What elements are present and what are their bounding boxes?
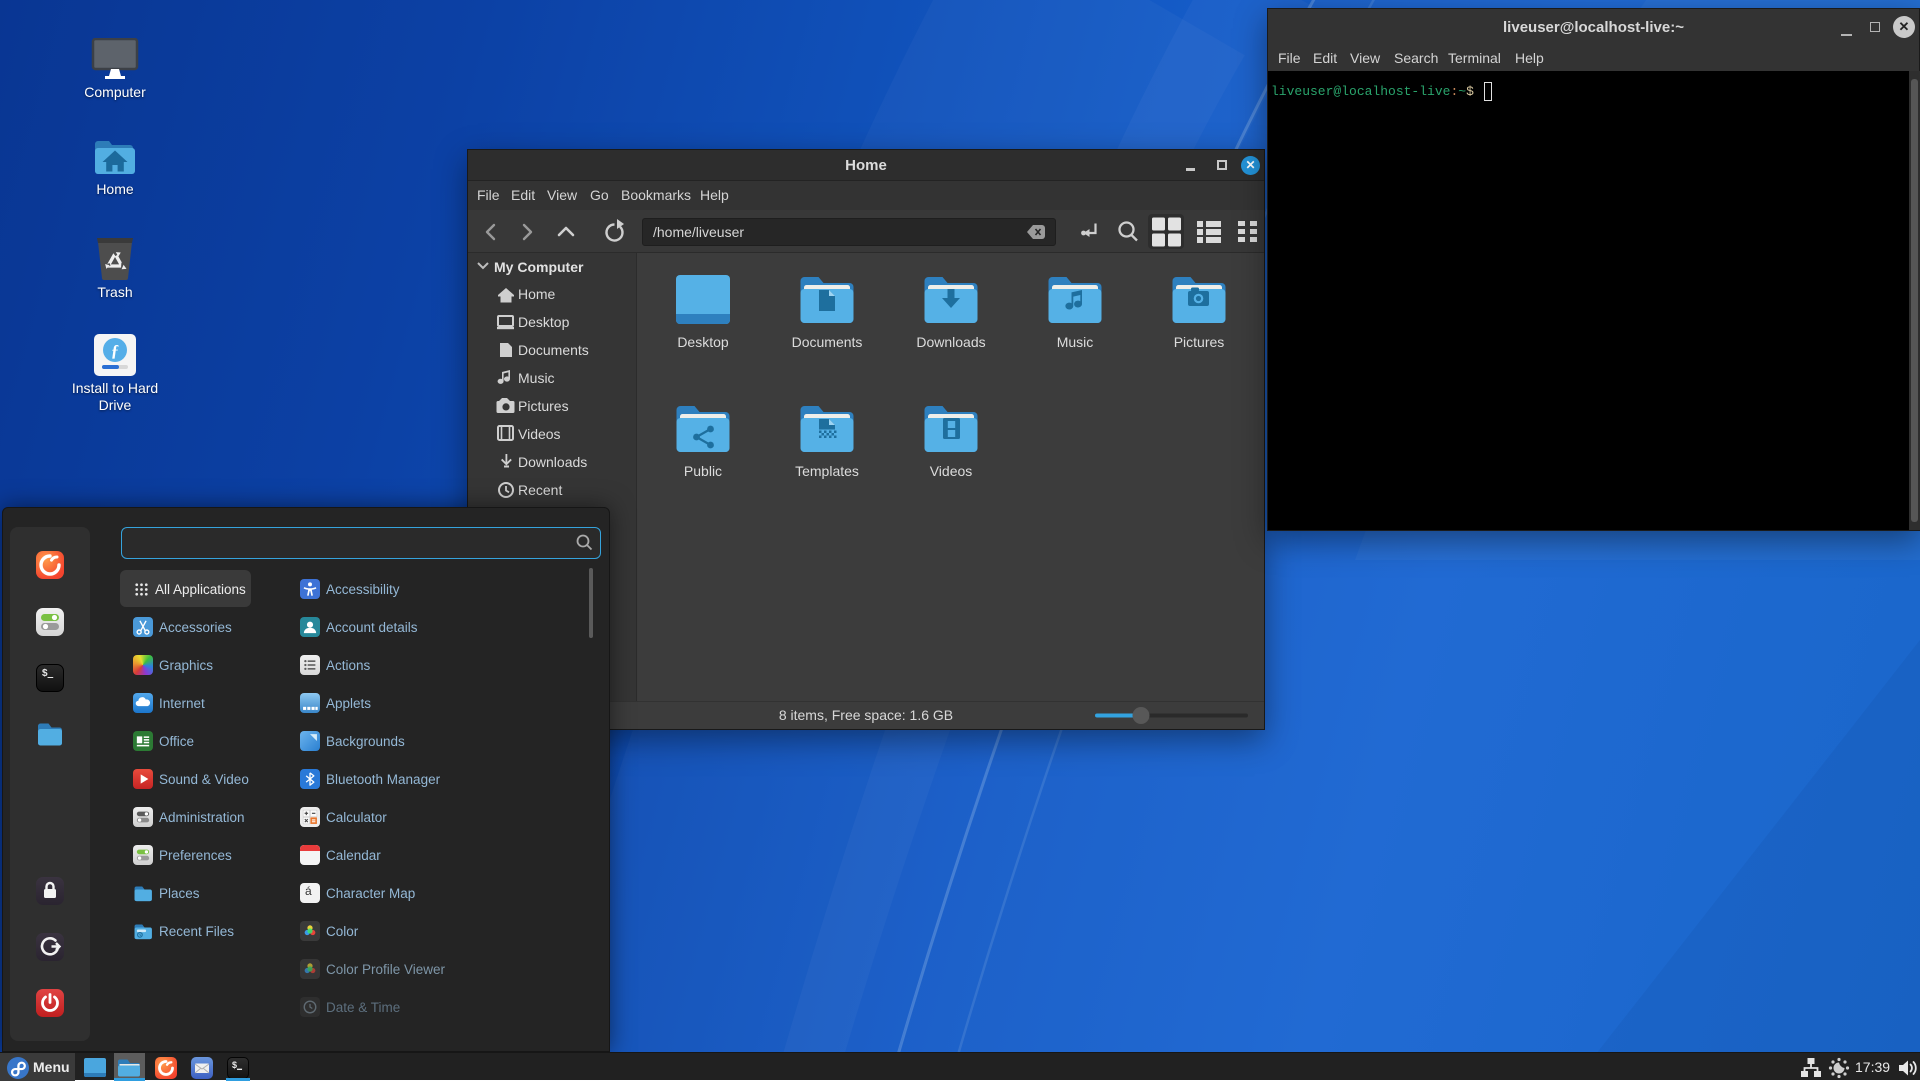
- svg-text:ƒ: ƒ: [111, 341, 120, 360]
